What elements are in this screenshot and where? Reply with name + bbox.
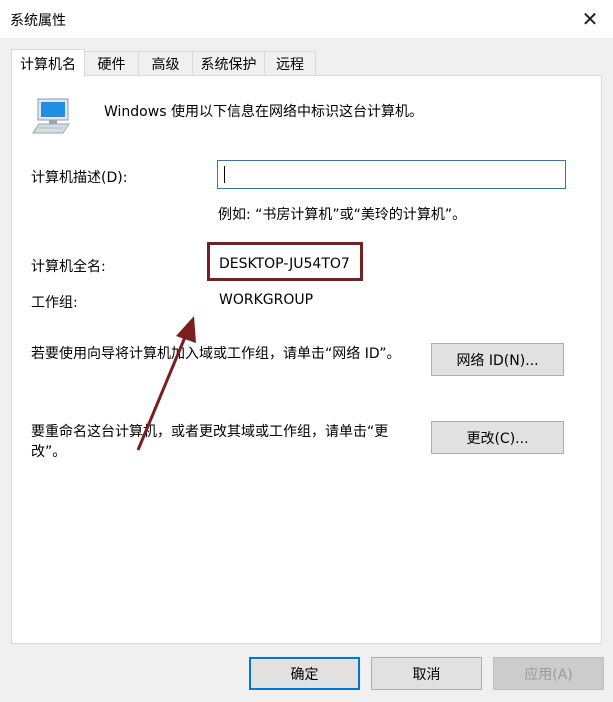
computer-description-input[interactable] (217, 160, 566, 189)
ok-button[interactable]: 确定 (249, 657, 360, 690)
network-id-instructions: 若要使用向导将计算机加入域或工作组，请单击“网络 ID”。 (31, 346, 401, 362)
computer-monitor-icon (32, 98, 70, 134)
text-caret (224, 166, 225, 183)
intro-text: Windows 使用以下信息在网络中标识这台计算机。 (104, 104, 423, 120)
highlight-box (207, 242, 363, 281)
tab-system-protection[interactable]: 系统保护 (192, 51, 265, 75)
full-name-label: 计算机全名: (31, 259, 106, 275)
close-icon: ✕ (581, 7, 599, 31)
workgroup-value: WORKGROUP (219, 292, 314, 308)
change-button[interactable]: 更改(C)... (431, 421, 564, 454)
rename-instructions: 要重命名这台计算机，或者更改其域或工作组，请单击“更改”。 (31, 424, 389, 460)
title-bar: 系统属性 ✕ (0, 0, 613, 38)
description-example: 例如: “书房计算机”或“美玲的计算机”。 (218, 207, 467, 223)
cancel-button[interactable]: 取消 (371, 657, 482, 690)
computer-description-label: 计算机描述(D): (31, 170, 128, 186)
window-title: 系统属性 (10, 13, 66, 29)
tab-advanced[interactable]: 高级 (138, 51, 193, 75)
tab-computer-name[interactable]: 计算机名 (11, 49, 85, 77)
tab-hardware[interactable]: 硬件 (84, 51, 139, 75)
tab-remote[interactable]: 远程 (264, 51, 316, 75)
workgroup-label: 工作组: (31, 295, 78, 311)
close-button[interactable]: ✕ (567, 0, 613, 38)
network-id-button[interactable]: 网络 ID(N)... (431, 343, 564, 376)
apply-button[interactable]: 应用(A) (493, 657, 604, 690)
